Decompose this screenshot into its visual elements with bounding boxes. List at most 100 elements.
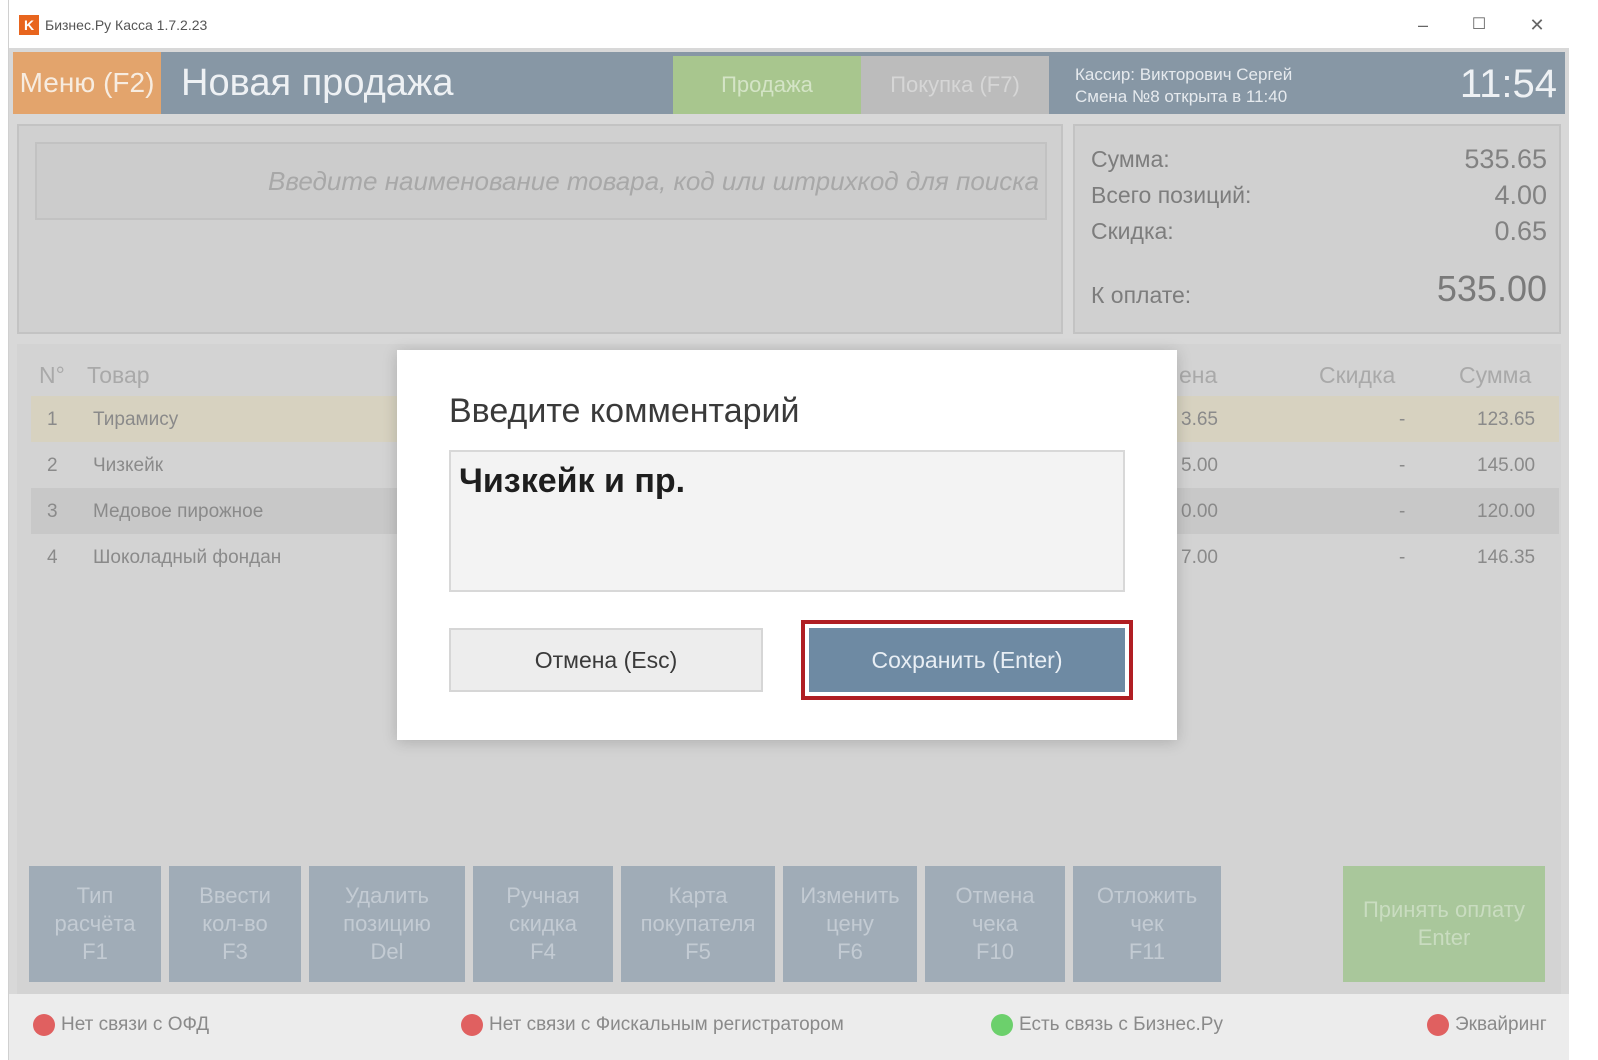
status-ofd: Нет связи с ОФД (33, 1014, 209, 1036)
comment-input[interactable]: Чизкейк и пр. (449, 450, 1125, 592)
col-header-price: ена (1179, 362, 1218, 388)
row-price: 0.00 (1181, 501, 1218, 522)
header-bar: Меню (F2) Новая продажа Продажа Покупка … (13, 52, 1565, 114)
row-item: Чизкейк (93, 455, 164, 476)
positions-value: 4.00 (1494, 180, 1547, 210)
clock: 11:54 (1459, 62, 1557, 106)
status-fiscal: Нет связи с Фискальным регистратором (461, 1014, 844, 1036)
button-label: Отмена (955, 883, 1035, 908)
error-dot-icon (1427, 1014, 1449, 1036)
button-hotkey: F3 (222, 939, 248, 964)
search-input[interactable] (37, 144, 1045, 218)
col-header-item: Товар (87, 362, 150, 388)
status-text: Эквайринг (1455, 1014, 1547, 1035)
app-window: K Бизнес.Ру Касса 1.7.2.23 – ☐ ✕ Меню (F… (8, 0, 1569, 1060)
button-hotkey: F5 (685, 939, 711, 964)
dialog-title: Введите комментарий (449, 392, 800, 430)
col-header-sum: Сумма (1459, 362, 1532, 388)
save-button[interactable]: Сохранить (Enter) (809, 628, 1125, 692)
status-text: Нет связи с Фискальным регистратором (489, 1014, 844, 1035)
menu-button[interactable]: Меню (F2) (13, 52, 161, 114)
status-text: Есть связь с Бизнес.Ру (1019, 1014, 1223, 1035)
postpone-receipt-button[interactable]: Отложить чек F11 (1073, 866, 1221, 982)
cashier-info: Кассир: Викторович Сергей Смена №8 откры… (1075, 64, 1292, 108)
button-label: позицию (343, 911, 431, 936)
totals-panel: Сумма: 535.65 Всего позиций: 4.00 Скидка… (1073, 124, 1561, 334)
title-bar: K Бизнес.Ру Касса 1.7.2.23 – ☐ ✕ (9, 0, 1569, 48)
app-logo-icon: K (19, 15, 39, 35)
cancel-receipt-button[interactable]: Отмена чека F10 (925, 866, 1065, 982)
ok-dot-icon (991, 1014, 1013, 1036)
discount-label: Скидка: (1091, 218, 1174, 244)
button-label: Принять оплату (1362, 897, 1526, 922)
button-label: чек (1130, 911, 1164, 936)
discount-row: Скидка: 0.65 (1091, 216, 1547, 246)
button-label: покупателя (640, 911, 756, 936)
minimize-icon[interactable]: – (1403, 10, 1443, 40)
maximize-icon[interactable]: ☐ (1459, 10, 1499, 40)
status-business: Есть связь с Бизнес.Ру (991, 1014, 1223, 1036)
topay-row: К оплате: 535.00 (1091, 268, 1547, 309)
button-hotkey: Enter (1417, 925, 1471, 950)
button-label: Изменить (800, 883, 900, 908)
row-num: 1 (47, 409, 58, 430)
status-acquiring: Эквайринг (1427, 1014, 1547, 1036)
button-hotkey: F4 (530, 939, 556, 964)
status-bar: Нет связи с ОФД Нет связи с Фискальным р… (9, 994, 1569, 1060)
sum-label: Сумма: (1091, 146, 1170, 172)
button-hotkey: F6 (837, 939, 863, 964)
tab-purchase[interactable]: Покупка (F7) (861, 56, 1049, 114)
payment-type-button[interactable]: Тип расчёта F1 (29, 866, 161, 982)
row-price: 5.00 (1181, 455, 1218, 476)
button-label: Отложить (1096, 883, 1198, 908)
row-item: Медовое пирожное (93, 501, 264, 522)
window-title: Бизнес.Ру Касса 1.7.2.23 (45, 17, 208, 33)
button-label: Удалить (345, 883, 429, 908)
search-box (35, 142, 1047, 220)
button-hotkey: F11 (1128, 939, 1166, 964)
row-num: 2 (47, 455, 58, 476)
row-sum: 120.00 (1477, 501, 1536, 522)
button-hotkey: F1 (82, 939, 108, 964)
tab-sale[interactable]: Продажа (673, 56, 861, 114)
row-item: Шоколадный фондан (93, 547, 282, 568)
button-hotkey: Del (370, 939, 404, 964)
button-label: расчёта (54, 911, 136, 936)
button-label: скидка (508, 911, 578, 936)
col-header-num: N° (39, 362, 65, 388)
enter-quantity-button[interactable]: Ввести кол-во F3 (169, 866, 301, 982)
row-discount: - (1399, 409, 1406, 430)
button-label: Ввести (199, 883, 271, 908)
row-num: 4 (47, 547, 58, 568)
button-label: Карта (668, 883, 728, 908)
button-label: кол-во (202, 911, 268, 936)
accept-payment-button[interactable]: Принять оплату Enter (1343, 866, 1545, 982)
row-price: 3.65 (1181, 409, 1218, 430)
shift-info: Смена №8 открыта в 11:40 (1075, 87, 1288, 106)
cancel-button[interactable]: Отмена (Esc) (449, 628, 763, 692)
button-label: чека (971, 911, 1019, 936)
row-sum: 146.35 (1477, 547, 1536, 568)
customer-card-button[interactable]: Карта покупателя F5 (621, 866, 775, 982)
row-sum: 145.00 (1477, 455, 1536, 476)
row-discount: - (1399, 501, 1406, 522)
positions-row: Всего позиций: 4.00 (1091, 180, 1547, 210)
topay-value: 535.00 (1436, 268, 1547, 309)
search-panel (17, 124, 1063, 334)
delete-position-button[interactable]: Удалить позицию Del (309, 866, 465, 982)
change-price-button[interactable]: Изменить цену F6 (783, 866, 917, 982)
button-label: цену (826, 911, 874, 936)
manual-discount-button[interactable]: Ручная скидка F4 (473, 866, 613, 982)
row-price: 7.00 (1181, 547, 1218, 568)
button-hotkey: F10 (976, 939, 1014, 964)
cashier-name: Кассир: Викторович Сергей (1075, 65, 1293, 84)
row-discount: - (1399, 455, 1406, 476)
error-dot-icon (461, 1014, 483, 1036)
close-icon[interactable]: ✕ (1517, 10, 1557, 40)
row-sum: 123.65 (1477, 409, 1536, 430)
error-dot-icon (33, 1014, 55, 1036)
topay-label: К оплате: (1091, 282, 1192, 308)
page-title: Новая продажа (181, 62, 454, 104)
row-num: 3 (47, 501, 58, 522)
button-label: Ручная (506, 883, 580, 908)
